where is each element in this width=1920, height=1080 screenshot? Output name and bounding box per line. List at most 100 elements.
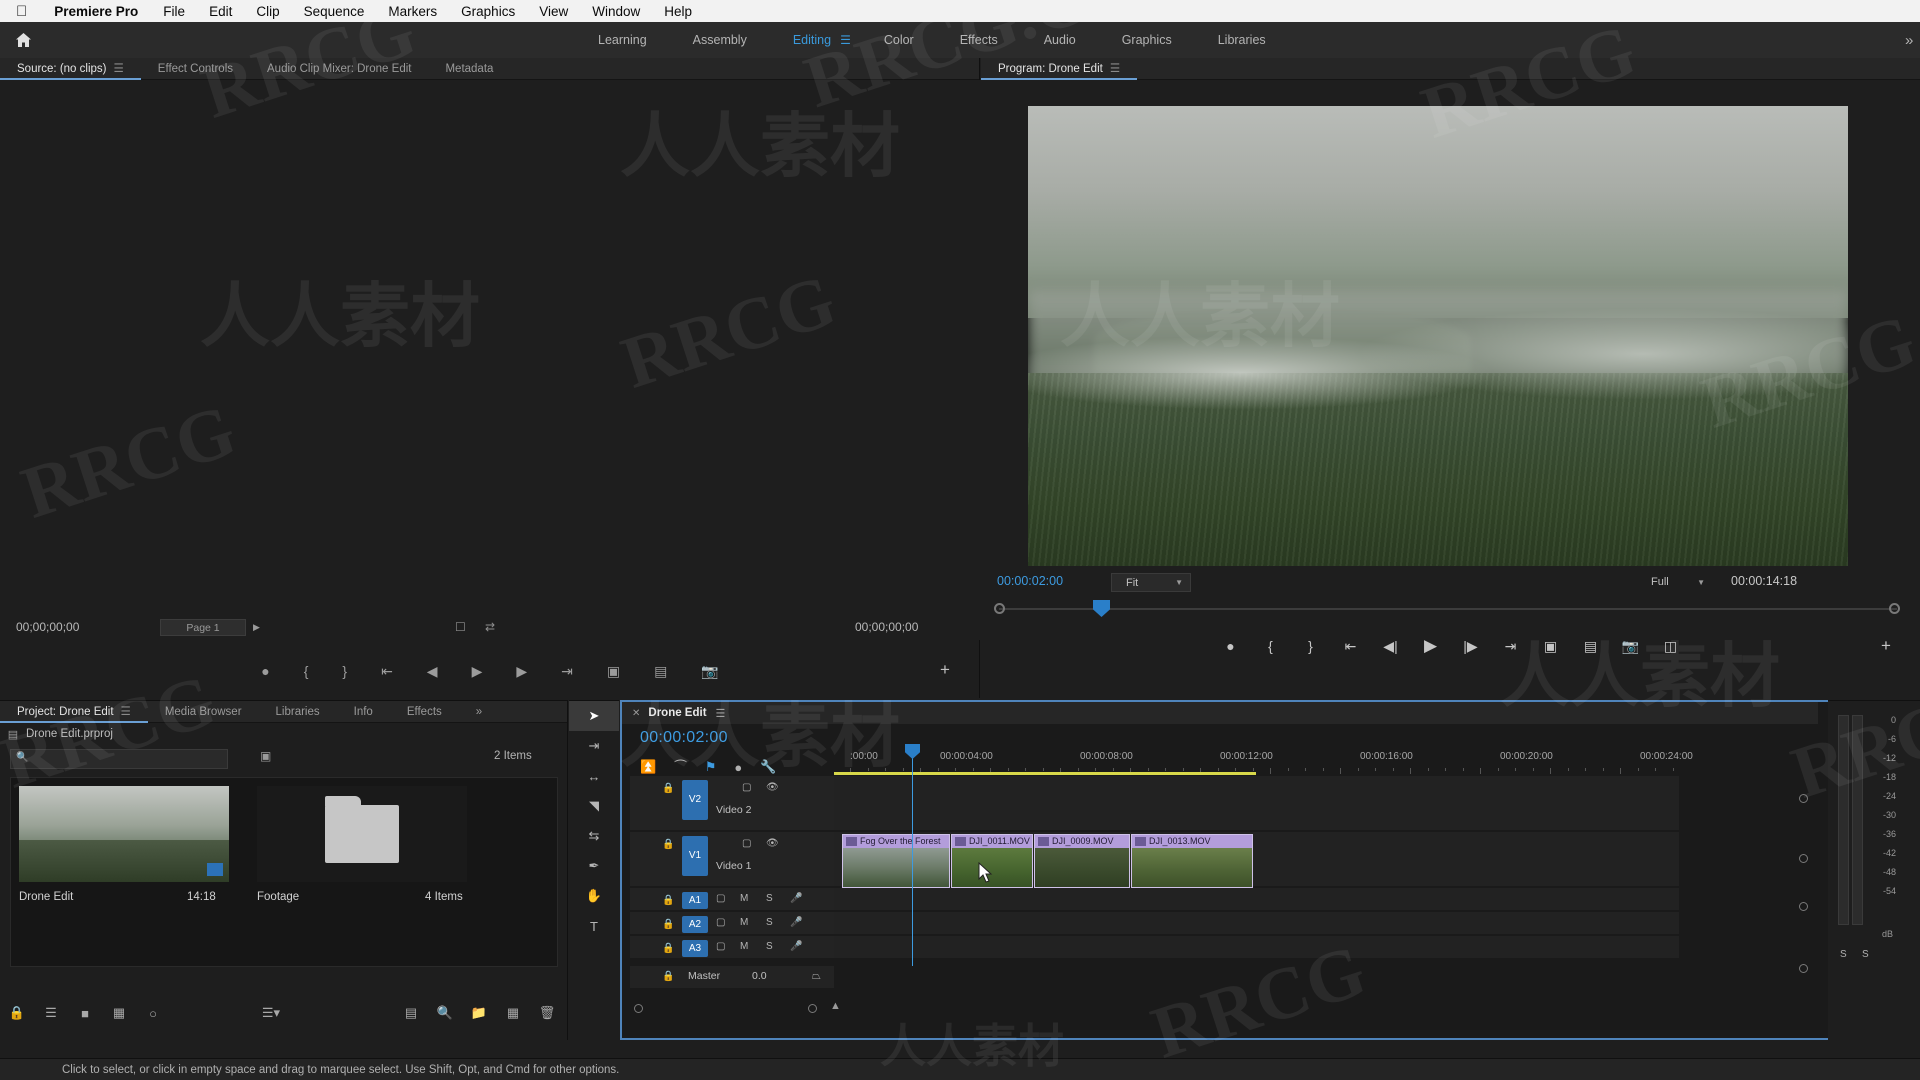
track-target-a1[interactable]: A1: [682, 892, 708, 909]
close-icon[interactable]: ✕: [622, 708, 648, 719]
track-header-v2[interactable]: 🔒 V2 ▢ 👁 Video 2: [630, 776, 834, 830]
track-lane-a1[interactable]: [834, 888, 1679, 910]
lock-icon[interactable]: 🔒: [662, 919, 674, 930]
freeform-view-icon[interactable]: ▦: [102, 1005, 136, 1021]
menu-graphics[interactable]: Graphics: [449, 4, 527, 19]
menu-app-name[interactable]: Premiere Pro: [41, 4, 151, 19]
play-icon[interactable]: ▶: [1411, 636, 1451, 656]
zoom-slider[interactable]: ○: [136, 1006, 170, 1021]
apple-icon[interactable]: : [0, 3, 41, 20]
track-header-a2[interactable]: 🔒 A2 ▢ M S 🎤: [630, 912, 834, 934]
add-marker-icon[interactable]: ●: [1211, 638, 1251, 654]
menu-help[interactable]: Help: [652, 4, 704, 19]
filter-icon[interactable]: ▣: [260, 749, 271, 763]
list-view-icon[interactable]: ☰: [34, 1005, 68, 1021]
track-target-a2[interactable]: A2: [682, 916, 708, 933]
step-back-icon[interactable]: ◀: [427, 663, 438, 680]
eye-icon[interactable]: 👁: [766, 782, 779, 793]
lock-icon[interactable]: 🔒: [662, 783, 674, 794]
delete-icon[interactable]: 🗑: [530, 1005, 564, 1021]
source-monitor-viewer[interactable]: [0, 80, 980, 640]
project-item-list[interactable]: Drone Edit 14:18 Footage 4 Items: [10, 777, 558, 967]
master-meter-icon[interactable]: ⏢: [812, 970, 821, 983]
tab-effects[interactable]: Effects: [937, 33, 1021, 47]
panel-menu-icon[interactable]: ☰: [716, 707, 726, 720]
track-select-forward-tool[interactable]: ⇥: [569, 731, 619, 761]
menu-edit[interactable]: Edit: [197, 4, 244, 19]
lock-icon[interactable]: 🔒: [0, 1005, 34, 1021]
lock-icon[interactable]: 🔒: [662, 839, 674, 850]
timeline-clip[interactable]: DJI_0009.MOV: [1034, 834, 1130, 888]
snap-icon[interactable]: ⏜: [674, 759, 687, 775]
sequence-thumbnail[interactable]: [19, 786, 229, 882]
zoom-in-icon[interactable]: [808, 1004, 817, 1013]
timeline-clip[interactable]: DJI_0013.MOV: [1131, 834, 1253, 888]
slip-tool[interactable]: ⇆: [569, 821, 619, 851]
track-target-v2[interactable]: V2: [682, 780, 708, 820]
sort-icon[interactable]: ☰▾: [254, 1005, 288, 1021]
track-lane-a3[interactable]: [834, 936, 1679, 958]
timeline-clip[interactable]: Fog Over the Forest: [842, 834, 950, 888]
track-target-a3[interactable]: A3: [682, 940, 708, 957]
tab-audio-clip-mixer[interactable]: Audio Clip Mixer: Drone Edit: [250, 58, 428, 80]
track-output-icon[interactable]: ▢: [716, 941, 725, 952]
solo-left-button[interactable]: S: [1840, 949, 1847, 960]
type-tool[interactable]: T: [569, 911, 619, 941]
list-item[interactable]: Drone Edit 14:18: [19, 786, 229, 903]
track-lane-v1[interactable]: Fog Over the Forest DJI_0011.MOV DJI_000…: [834, 832, 1679, 886]
hand-tool[interactable]: ✋: [569, 881, 619, 911]
menu-clip[interactable]: Clip: [244, 4, 291, 19]
new-item-icon[interactable]: ▦: [496, 1005, 530, 1021]
master-value[interactable]: 0.0: [752, 970, 767, 982]
pen-tool[interactable]: ✒: [569, 851, 619, 881]
tab-info[interactable]: Info: [337, 701, 390, 723]
lock-icon[interactable]: 🔒: [662, 943, 674, 954]
chevron-double-right-icon[interactable]: »: [1905, 32, 1913, 49]
solo-icon[interactable]: S: [766, 941, 773, 952]
search-input[interactable]: 🔍: [10, 749, 228, 769]
timeline-playhead[interactable]: [912, 748, 913, 966]
track-header-v1[interactable]: 🔒 V1 ▢ 👁 Video 1: [630, 832, 834, 886]
breadcrumb-label[interactable]: Drone Edit.prproj: [26, 728, 113, 740]
track-header-a1[interactable]: 🔒 A1 ▢ M S 🎤: [630, 888, 834, 910]
tab-color[interactable]: Color: [861, 33, 937, 47]
page-selector[interactable]: Page 1: [160, 619, 246, 636]
scrub-playhead[interactable]: [1093, 600, 1110, 617]
list-item[interactable]: Footage 4 Items: [257, 786, 467, 903]
solo-icon[interactable]: S: [766, 917, 773, 928]
source-timecode-left[interactable]: 00;00;00;00: [16, 620, 79, 634]
menu-view[interactable]: View: [527, 4, 580, 19]
tab-media-browser[interactable]: Media Browser: [148, 701, 259, 723]
safe-margins-icon[interactable]: ☐: [455, 620, 466, 634]
lock-icon[interactable]: 🔒: [662, 971, 674, 982]
menu-window[interactable]: Window: [580, 4, 652, 19]
track-header-a3[interactable]: 🔒 A3 ▢ M S 🎤: [630, 936, 834, 958]
timeline-settings-icon[interactable]: 🔧: [760, 759, 776, 775]
scrub-out-handle[interactable]: [1889, 603, 1900, 614]
tab-project[interactable]: Project: Drone Edit☰: [0, 701, 148, 723]
mark-in-icon[interactable]: {: [1251, 638, 1291, 654]
track-keyframe-toggle[interactable]: [1799, 854, 1808, 863]
comparison-view-icon[interactable]: ◫: [1651, 638, 1691, 655]
tab-learning[interactable]: Learning: [575, 33, 670, 47]
zoom-level-select[interactable]: Fit ▼: [1111, 573, 1191, 592]
overwrite-icon[interactable]: ▤: [654, 663, 667, 680]
workspace-menu-icon[interactable]: ☰: [840, 33, 861, 47]
track-keyframe-toggle[interactable]: [1799, 902, 1808, 911]
icon-view-icon[interactable]: ■: [68, 1006, 102, 1021]
add-marker-icon[interactable]: ●: [734, 760, 742, 775]
go-to-out-icon[interactable]: ⇥: [1491, 638, 1531, 655]
tab-libraries[interactable]: Libraries: [259, 701, 337, 723]
add-marker-icon[interactable]: ●: [261, 663, 269, 679]
button-editor-icon[interactable]: +: [1881, 636, 1891, 656]
mute-icon[interactable]: M: [740, 917, 748, 928]
tab-effect-controls[interactable]: Effect Controls: [141, 58, 250, 80]
linked-selection-icon[interactable]: ⚑: [705, 759, 717, 775]
program-video-preview[interactable]: [1028, 106, 1848, 566]
track-output-icon[interactable]: ▢: [742, 782, 751, 793]
tab-program[interactable]: Program: Drone Edit☰: [981, 58, 1137, 80]
menu-sequence[interactable]: Sequence: [292, 4, 377, 19]
solo-right-button[interactable]: S: [1862, 949, 1869, 960]
zoom-out-icon[interactable]: [634, 1004, 643, 1013]
automate-icon[interactable]: ▤: [394, 1005, 428, 1021]
